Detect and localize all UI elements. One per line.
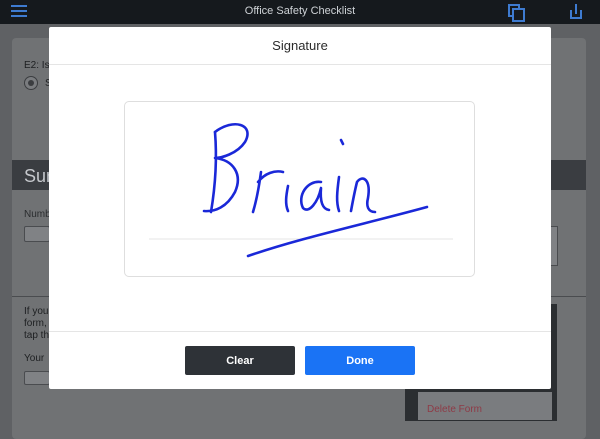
copy-icon[interactable] bbox=[508, 4, 525, 22]
modal-title: Signature bbox=[272, 38, 328, 53]
top-bar: Office Safety Checklist bbox=[0, 0, 600, 24]
signature-drawing bbox=[149, 123, 453, 258]
share-icon[interactable] bbox=[570, 4, 582, 19]
instruction-line-3: tap th bbox=[24, 330, 50, 341]
question-label: E2: Is bbox=[24, 60, 50, 71]
radio-button[interactable] bbox=[24, 76, 38, 90]
signature-pad[interactable] bbox=[124, 101, 475, 277]
section-title: Sur bbox=[24, 166, 53, 186]
instruction-line-2: form, bbox=[24, 318, 47, 329]
modal-footer: Clear Done bbox=[49, 331, 551, 389]
instruction-line-1: If you bbox=[24, 306, 49, 317]
number-input[interactable] bbox=[24, 226, 50, 242]
field-label: Numb bbox=[24, 209, 51, 220]
your-label: Your bbox=[24, 353, 45, 364]
delete-form-link[interactable]: Delete Form bbox=[427, 404, 482, 415]
signature-strokes bbox=[202, 123, 429, 258]
text-input[interactable] bbox=[24, 371, 50, 385]
done-button[interactable]: Done bbox=[305, 346, 415, 375]
clear-button[interactable]: Clear bbox=[185, 346, 295, 375]
modal-header: Signature bbox=[49, 27, 551, 65]
signature-modal: Signature Clear Done bbox=[49, 27, 551, 389]
